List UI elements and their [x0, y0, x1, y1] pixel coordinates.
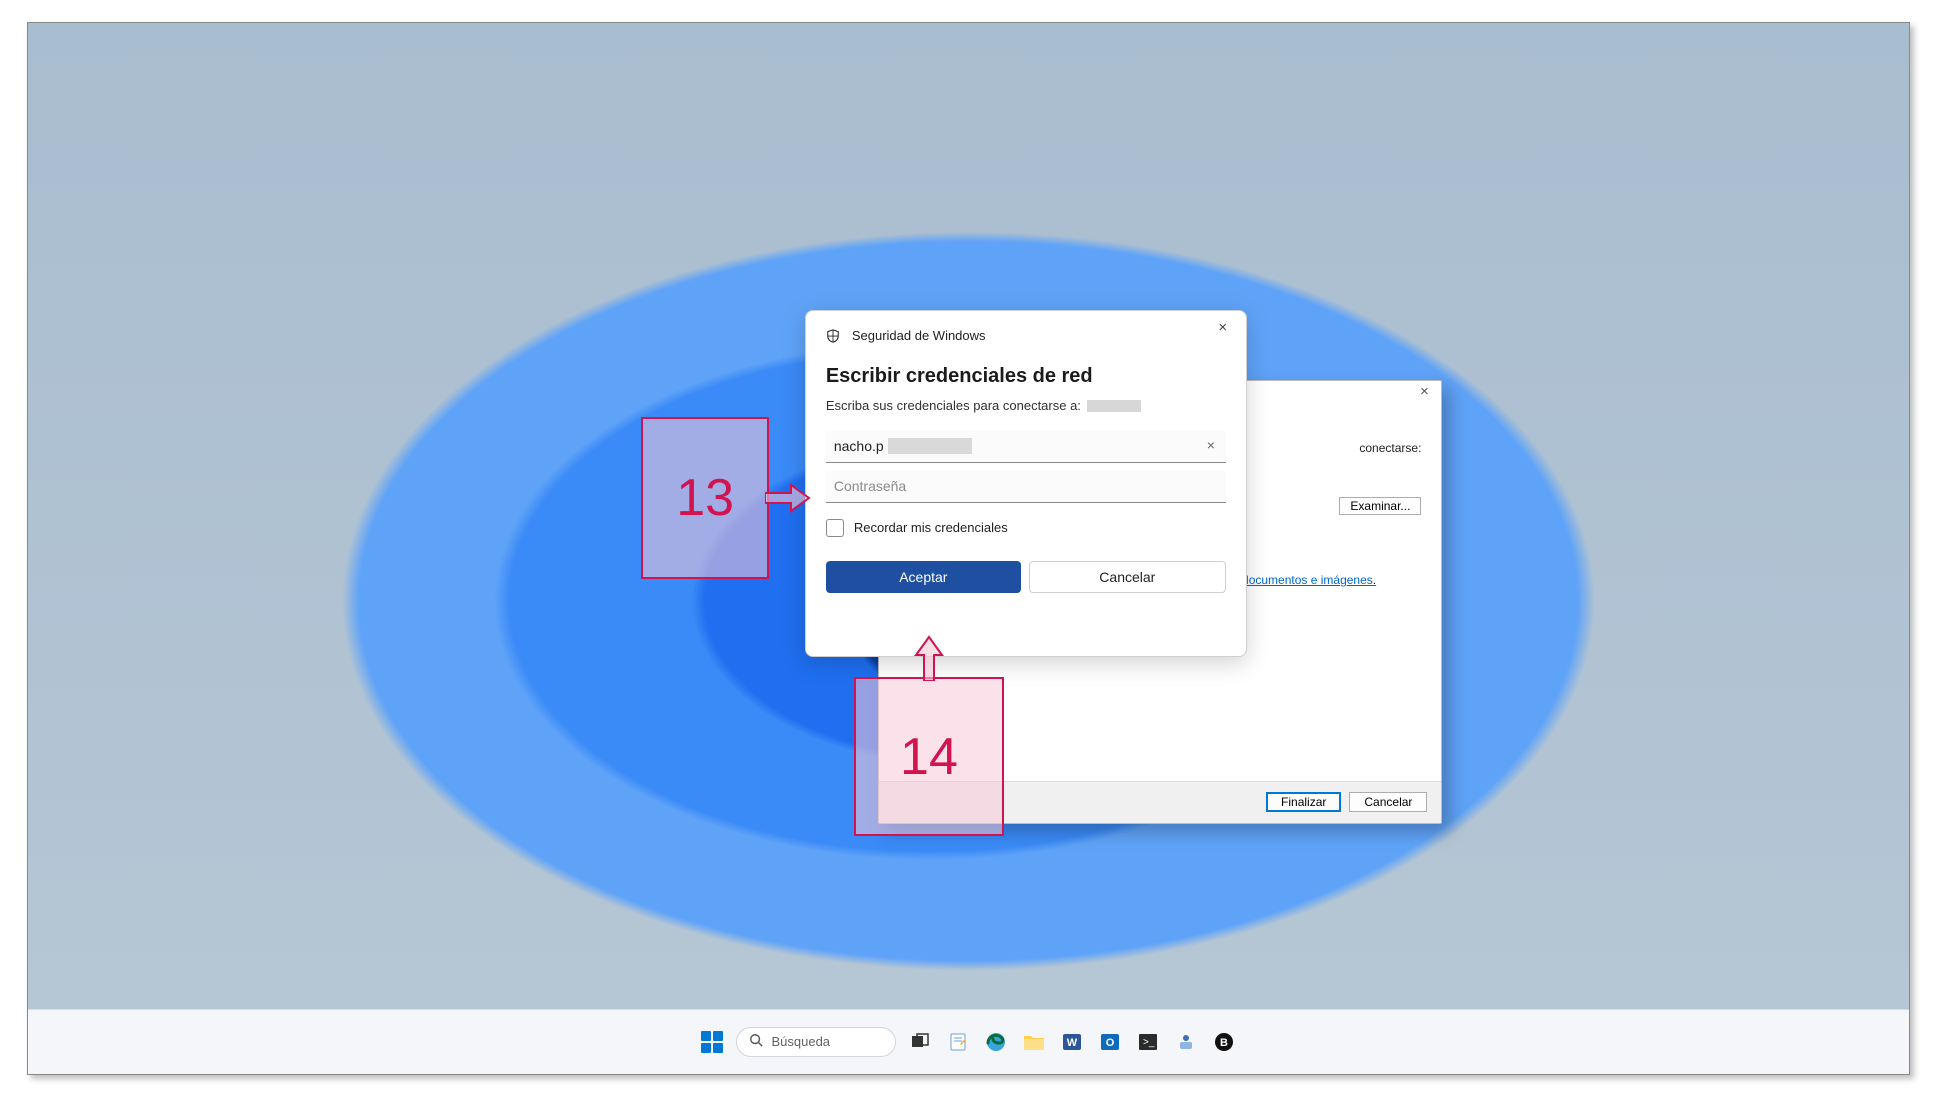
remember-credentials-row[interactable]: Recordar mis credenciales: [826, 519, 1226, 537]
browse-button[interactable]: Examinar...: [1339, 497, 1421, 515]
wizard-instruction-tail: conectarse:: [1359, 441, 1421, 455]
taskbar-app-notepad[interactable]: [944, 1028, 972, 1056]
circle-b-icon: B: [1214, 1032, 1234, 1052]
taskbar-app-word[interactable]: W: [1058, 1028, 1086, 1056]
taskbar-app-outlook[interactable]: O: [1096, 1028, 1124, 1056]
redacted-username-tail: [888, 438, 972, 454]
credential-heading: Escribir credenciales de red: [826, 365, 1226, 388]
app-icon: [1176, 1032, 1196, 1052]
finish-button[interactable]: Finalizar: [1266, 792, 1341, 812]
word-icon: W: [1061, 1031, 1083, 1053]
task-view-button[interactable]: [906, 1028, 934, 1056]
search-icon: [749, 1033, 763, 1050]
start-button[interactable]: [698, 1028, 726, 1056]
credential-cancel-button[interactable]: Cancelar: [1029, 561, 1226, 593]
credential-dialog: Seguridad de Windows × Escribir credenci…: [805, 310, 1247, 657]
shield-icon: [826, 329, 840, 343]
taskbar-app-terminal[interactable]: >_: [1134, 1028, 1162, 1056]
username-input[interactable]: [826, 431, 1226, 463]
checkbox-unchecked-icon: [826, 519, 844, 537]
task-view-icon: [911, 1033, 929, 1051]
taskbar-app-edge[interactable]: [982, 1028, 1010, 1056]
annotation-step-13: 13: [641, 417, 769, 579]
svg-text:O: O: [1106, 1037, 1115, 1049]
folder-icon: [1023, 1032, 1045, 1052]
taskbar-search[interactable]: Búsqueda: [736, 1027, 896, 1057]
clear-username-icon[interactable]: ×: [1202, 437, 1220, 455]
credential-titlebar: Seguridad de Windows: [826, 325, 1226, 347]
screenshot-frame: × conectarse: Examinar... Conectar con o…: [27, 22, 1910, 1075]
outlook-icon: O: [1099, 1031, 1121, 1053]
remember-credentials-label: Recordar mis credenciales: [854, 520, 1008, 535]
credential-button-row: Aceptar Cancelar: [826, 561, 1226, 593]
wizard-close-button[interactable]: ×: [1407, 381, 1441, 405]
username-field-wrapper: ×: [826, 431, 1226, 463]
arrow-right-icon: [765, 481, 811, 515]
password-field-wrapper: [826, 471, 1226, 503]
accept-button[interactable]: Aceptar: [826, 561, 1021, 593]
taskbar-search-placeholder: Búsqueda: [771, 1034, 830, 1049]
svg-text:B: B: [1221, 1037, 1229, 1049]
notepad-icon: [948, 1032, 968, 1052]
windows-logo-icon: [701, 1031, 723, 1053]
taskbar-app-file-explorer[interactable]: [1020, 1028, 1048, 1056]
taskbar: Búsqueda W O >_ B: [28, 1009, 1909, 1074]
taskbar-app-generic-2[interactable]: B: [1210, 1028, 1238, 1056]
credential-close-button[interactable]: ×: [1212, 319, 1234, 341]
annotation-step-14: 14: [854, 677, 1004, 837]
credential-subtext: Escriba sus credenciales para conectarse…: [826, 398, 1226, 413]
wizard-cancel-button[interactable]: Cancelar: [1349, 792, 1427, 812]
taskbar-app-generic-1[interactable]: [1172, 1028, 1200, 1056]
redacted-server-name: [1087, 400, 1141, 412]
terminal-icon: >_: [1138, 1033, 1158, 1051]
arrow-up-icon: [912, 633, 946, 681]
credential-app-name: Seguridad de Windows: [852, 328, 986, 343]
svg-text:>_: >_: [1143, 1037, 1155, 1048]
password-input[interactable]: [826, 471, 1226, 503]
svg-text:W: W: [1067, 1037, 1078, 1049]
edge-icon: [985, 1031, 1007, 1053]
